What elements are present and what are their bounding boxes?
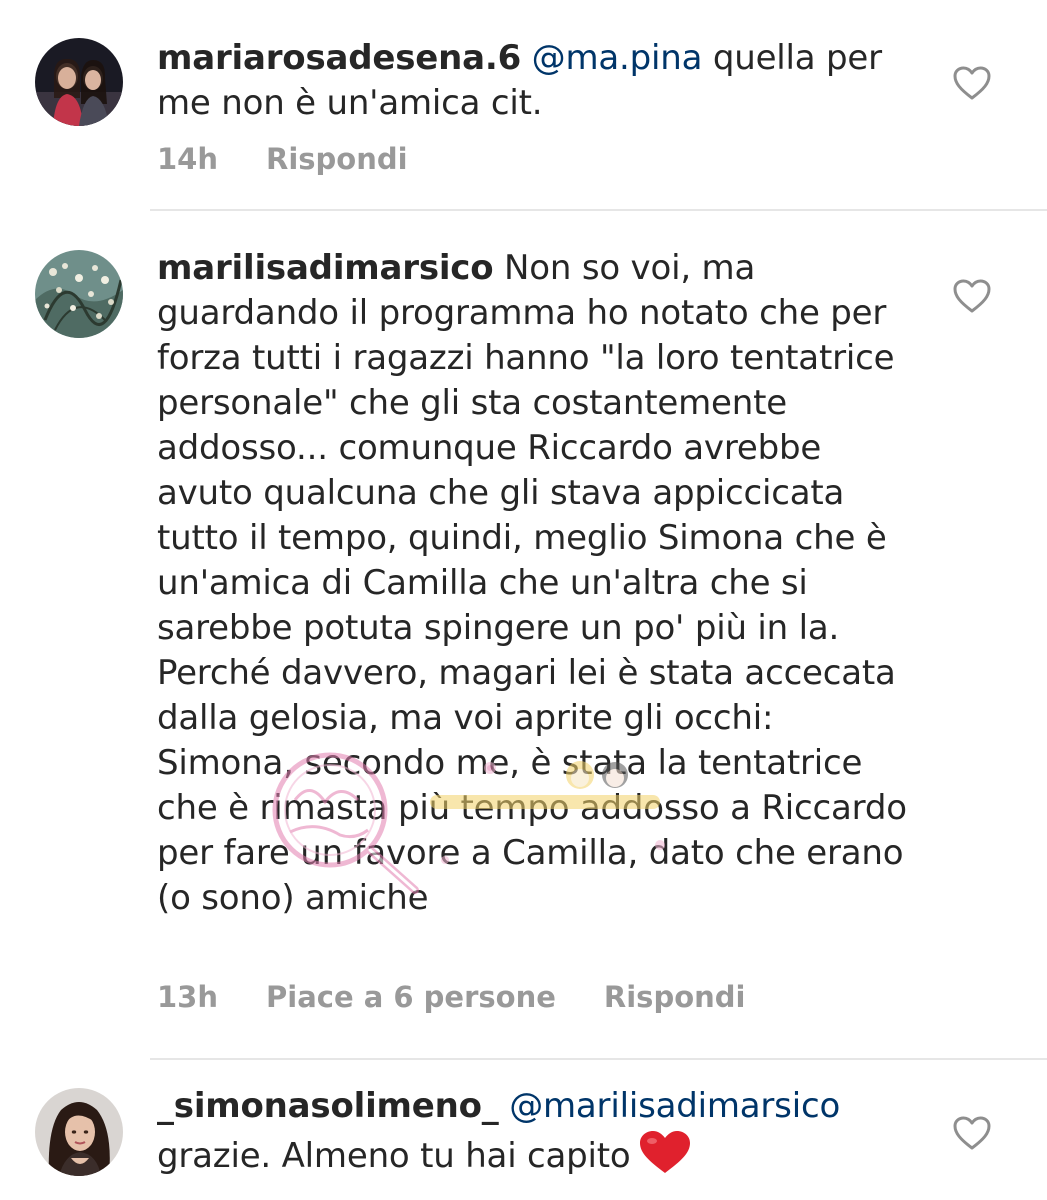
avatar-photo-icon: [35, 38, 123, 126]
comment-mention[interactable]: @marilisadimarsico: [509, 1086, 840, 1126]
comment-time: 13h: [157, 980, 219, 1014]
comment-2: marilisadimarsico Non so voi, ma guardan…: [0, 210, 1047, 1060]
like-heart-icon[interactable]: [952, 278, 992, 314]
comment-body: Non so voi, ma guardando il programma ho…: [157, 248, 907, 918]
comment-username[interactable]: marilisadimarsico: [157, 248, 494, 288]
comment-meta: 14h Rispondi: [157, 142, 408, 176]
comment-text: marilisadimarsico Non so voi, ma guardan…: [157, 246, 917, 921]
red-heart-emoji-icon: [639, 1131, 690, 1173]
comment-text: mariarosadesena.6 @ma.pina quella per me…: [157, 36, 917, 126]
likes-count-link[interactable]: Piace a 6 persone: [266, 980, 556, 1014]
like-heart-icon[interactable]: [952, 65, 992, 101]
comment-body: grazie. Almeno tu hai capito: [157, 1136, 631, 1176]
comment-username[interactable]: mariarosadesena.6: [157, 38, 521, 78]
comment-text: _simonasolimeno_ @marilisadimarsico graz…: [157, 1084, 917, 1179]
comment-3: _simonasolimeno_ @marilisadimarsico graz…: [0, 1060, 1047, 1200]
avatar-painting-icon: [35, 250, 123, 338]
comment-meta: 13h Piace a 6 persone Rispondi: [157, 980, 745, 1014]
avatar[interactable]: [35, 1088, 123, 1176]
avatar-photo-icon: [35, 1088, 123, 1176]
comment-time: 14h: [157, 142, 219, 176]
like-heart-icon[interactable]: [952, 1115, 992, 1151]
comment-mention[interactable]: @ma.pina: [532, 38, 703, 78]
reply-button[interactable]: Rispondi: [604, 980, 746, 1014]
reply-button[interactable]: Rispondi: [266, 142, 408, 176]
avatar[interactable]: [35, 38, 123, 126]
comment-username[interactable]: _simonasolimeno_: [157, 1086, 499, 1126]
comment-1: mariarosadesena.6 @ma.pina quella per me…: [0, 0, 1047, 210]
avatar[interactable]: [35, 250, 123, 338]
